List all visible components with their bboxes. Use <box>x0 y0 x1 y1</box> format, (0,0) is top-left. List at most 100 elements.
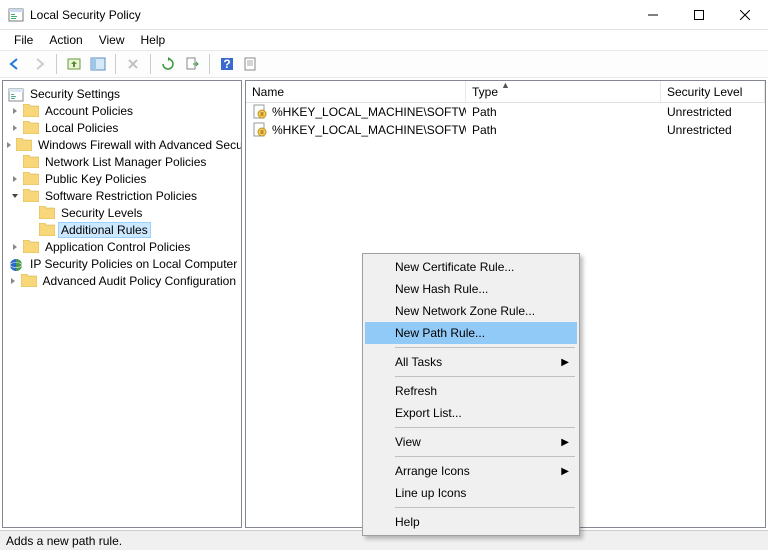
tree-item[interactable]: Software Restriction Policies <box>5 187 239 204</box>
tree-item[interactable]: Application Control Policies <box>5 238 239 255</box>
menu-action[interactable]: Action <box>41 31 90 49</box>
menu-separator <box>395 376 575 377</box>
folder-icon <box>23 240 39 253</box>
expand-arrow-icon[interactable] <box>9 175 20 183</box>
tree-panel: Security Settings Account Policies Local P… <box>2 80 242 528</box>
menu-item[interactable]: Refresh <box>365 380 577 402</box>
menu-item[interactable]: View▶ <box>365 431 577 453</box>
expand-arrow-icon[interactable] <box>9 243 20 251</box>
cell-name: %HKEY_LOCAL_MACHINE\SOFTW... <box>272 105 466 119</box>
column-name[interactable]: Name▲ <box>246 81 466 102</box>
context-menu: New Certificate Rule... New Hash Rule... N… <box>362 253 580 536</box>
tree-item-label: Advanced Audit Policy Configuration <box>40 274 239 288</box>
sort-indicator-icon: ▲ <box>246 80 765 90</box>
titlebar: Local Security Policy <box>0 0 768 30</box>
tree-item[interactable]: Account Policies <box>5 102 239 119</box>
menu-separator <box>395 456 575 457</box>
menu-item-label: New Hash Rule... <box>395 282 488 296</box>
tree-item-label: Software Restriction Policies <box>42 189 200 203</box>
cell-security: Unrestricted <box>661 105 765 119</box>
submenu-arrow-icon: ▶ <box>561 466 569 477</box>
tree-item-label: Additional Rules <box>58 222 151 238</box>
tree-item-label: Application Control Policies <box>42 240 193 254</box>
menu-item[interactable]: New Path Rule... <box>365 322 577 344</box>
menu-item-label: New Network Zone Rule... <box>395 304 535 318</box>
tree-item-label: Account Policies <box>42 104 136 118</box>
folder-icon <box>16 138 32 151</box>
menu-item-label: All Tasks <box>395 355 442 369</box>
tree-item-label: Public Key Policies <box>42 172 149 186</box>
window-title: Local Security Policy <box>30 8 630 22</box>
menu-item-label: Refresh <box>395 384 437 398</box>
maximize-button[interactable] <box>676 0 722 30</box>
tree-item-label: Security Levels <box>58 206 145 220</box>
folder-icon <box>23 189 39 202</box>
expand-arrow-icon[interactable] <box>8 277 17 285</box>
menu-item[interactable]: Help <box>365 511 577 533</box>
menu-item[interactable]: New Certificate Rule... <box>365 256 577 278</box>
list-header: Name▲ Type Security Level <box>246 81 765 103</box>
tree-root-label: Security Settings <box>27 87 123 101</box>
menu-item-label: Help <box>395 515 420 529</box>
table-row[interactable]: %HKEY_LOCAL_MACHINE\SOFTW...PathUnrestri… <box>246 103 765 121</box>
tree-item[interactable]: Local Policies <box>5 119 239 136</box>
tree-item-label: Windows Firewall with Advanced Security <box>35 138 242 152</box>
tree-item-label: Local Policies <box>42 121 121 135</box>
submenu-arrow-icon: ▶ <box>561 357 569 368</box>
menu-file[interactable]: File <box>6 31 41 49</box>
tree-item-label: IP Security Policies on Local Computer <box>27 257 240 271</box>
table-row[interactable]: %HKEY_LOCAL_MACHINE\SOFTW...PathUnrestri… <box>246 121 765 139</box>
expand-arrow-icon[interactable] <box>5 141 13 149</box>
menu-item[interactable]: All Tasks ▶ <box>365 351 577 373</box>
tree-item[interactable]: IP Security Policies on Local Computer <box>5 255 239 272</box>
menu-item[interactable]: New Network Zone Rule... <box>365 300 577 322</box>
cell-name: %HKEY_LOCAL_MACHINE\SOFTW... <box>272 123 466 137</box>
folder-icon <box>39 223 55 236</box>
folder-icon <box>23 155 39 168</box>
forward-button[interactable] <box>28 53 50 75</box>
up-button[interactable] <box>63 53 85 75</box>
menubar: File Action View Help <box>0 30 768 50</box>
export-button[interactable] <box>181 53 203 75</box>
submenu-arrow-icon: ▶ <box>561 437 569 448</box>
show-hide-tree-button[interactable] <box>87 53 109 75</box>
menu-item-label: Line up Icons <box>395 486 466 500</box>
menu-view[interactable]: View <box>91 31 133 49</box>
minimize-button[interactable] <box>630 0 676 30</box>
folder-icon <box>23 121 39 134</box>
properties-button[interactable] <box>240 53 262 75</box>
delete-button[interactable] <box>122 53 144 75</box>
menu-separator <box>395 347 575 348</box>
tree-item[interactable]: Advanced Audit Policy Configuration <box>5 272 239 289</box>
expand-arrow-icon[interactable] <box>9 192 20 200</box>
menu-help[interactable]: Help <box>133 31 174 49</box>
cell-type: Path <box>466 105 661 119</box>
menu-item-label: New Certificate Rule... <box>395 260 514 274</box>
tree-item[interactable]: Windows Firewall with Advanced Security <box>5 136 239 153</box>
cell-type: Path <box>466 123 661 137</box>
back-button[interactable] <box>4 53 26 75</box>
folder-icon <box>23 172 39 185</box>
cell-security: Unrestricted <box>661 123 765 137</box>
tree-root[interactable]: Security Settings <box>5 85 239 102</box>
menu-item[interactable]: New Hash Rule... <box>365 278 577 300</box>
close-button[interactable] <box>722 0 768 30</box>
security-settings-icon <box>8 87 24 100</box>
refresh-button[interactable] <box>157 53 179 75</box>
tree-item[interactable]: Network List Manager Policies <box>5 153 239 170</box>
menu-item[interactable]: Arrange Icons ▶ <box>365 460 577 482</box>
help-button[interactable]: ? <box>216 53 238 75</box>
folder-icon <box>23 104 39 117</box>
menu-item-label: Export List... <box>395 406 462 420</box>
tree-item[interactable]: Security Levels <box>5 204 239 221</box>
menu-item[interactable]: Export List... <box>365 402 577 424</box>
menu-item[interactable]: Line up Icons <box>365 482 577 504</box>
menu-separator <box>395 427 575 428</box>
expand-arrow-icon[interactable] <box>9 124 20 132</box>
toolbar: ? <box>0 50 768 78</box>
rule-icon <box>252 104 268 120</box>
tree-item[interactable]: Additional Rules <box>5 221 239 238</box>
expand-arrow-icon[interactable] <box>9 107 20 115</box>
tree-item[interactable]: Public Key Policies <box>5 170 239 187</box>
menu-item-label: Arrange Icons <box>395 464 470 478</box>
